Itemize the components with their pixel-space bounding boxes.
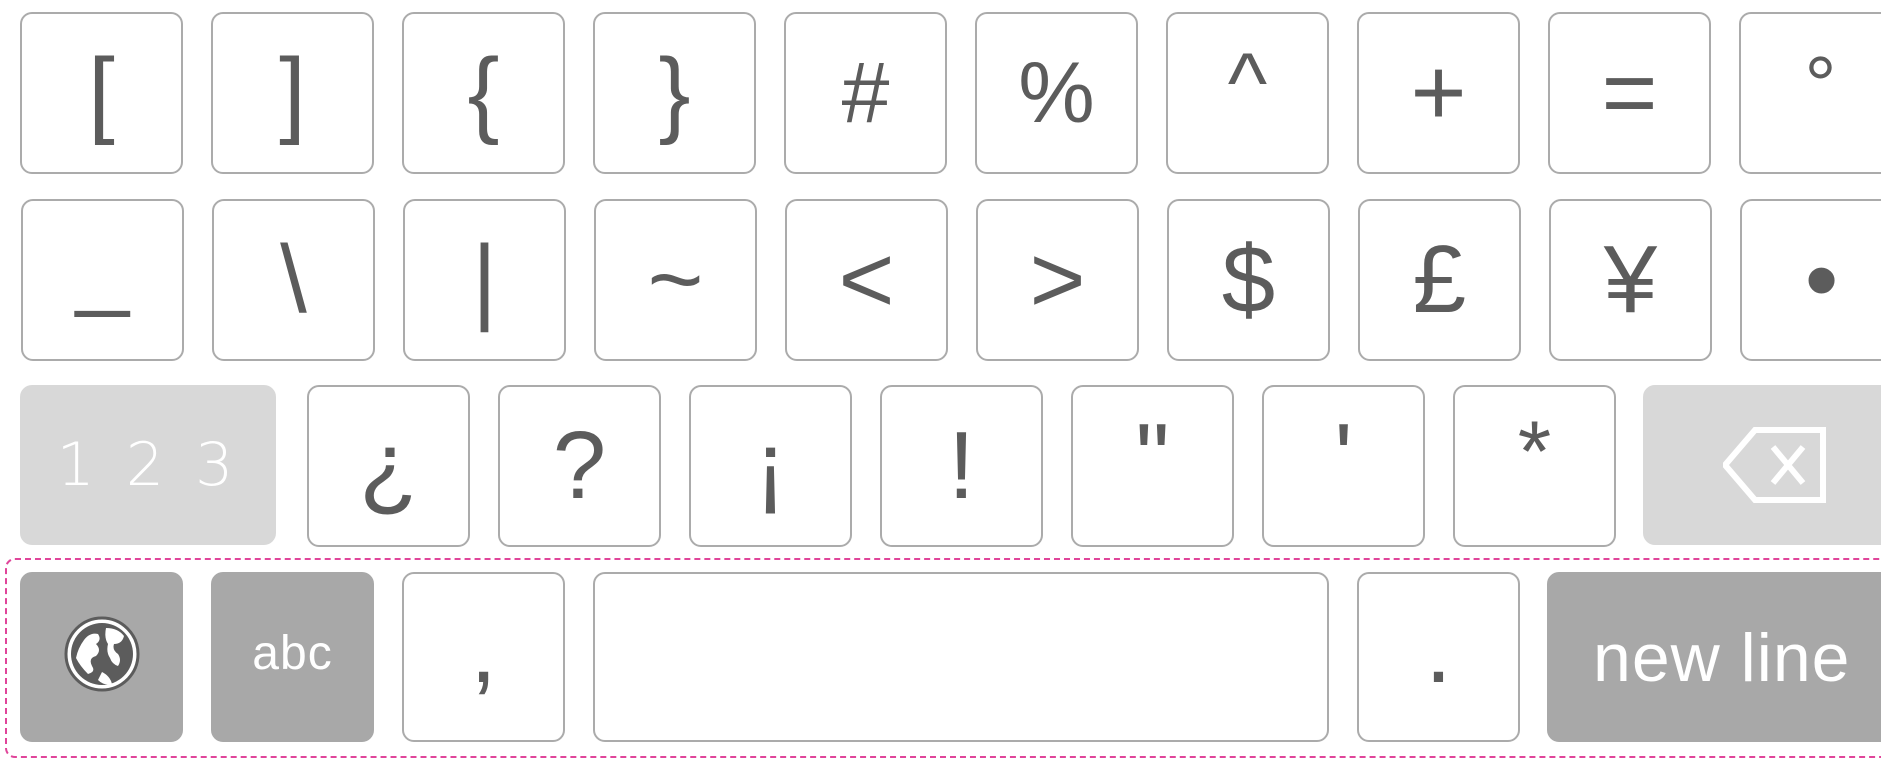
key-label: = — [1601, 39, 1658, 146]
backspace-icon — [1723, 427, 1826, 503]
key-single-quote[interactable]: ' — [1262, 385, 1425, 547]
key-open-bracket[interactable]: [ — [20, 12, 183, 174]
space-key[interactable] — [593, 572, 1329, 742]
key-label: ? — [552, 412, 607, 519]
key-inverted-question[interactable]: ¿ — [307, 385, 470, 547]
key-hash[interactable]: # — [784, 12, 947, 174]
key-label: | — [472, 226, 497, 333]
key-dollar[interactable]: $ — [1167, 199, 1330, 361]
key-label: { — [467, 39, 500, 146]
key-label: ¡ — [754, 412, 787, 519]
key-label: ¿ — [359, 412, 418, 519]
key-label: , — [470, 596, 497, 703]
key-greater-than[interactable]: > — [976, 199, 1139, 361]
key-less-than[interactable]: < — [785, 199, 948, 361]
key-backslash[interactable]: \ — [212, 199, 375, 361]
key-comma[interactable]: , — [402, 572, 565, 742]
key-label: _ — [75, 212, 130, 319]
key-label: < — [838, 226, 895, 333]
key-label: ^ — [1227, 36, 1268, 130]
new-line-key-label: new line — [1593, 620, 1851, 696]
key-underscore[interactable]: _ — [21, 199, 184, 361]
key-label: ' — [1334, 404, 1353, 511]
key-label: # — [841, 45, 890, 141]
key-pipe[interactable]: | — [403, 199, 566, 361]
key-close-bracket[interactable]: ] — [211, 12, 374, 174]
key-inverted-exclamation[interactable]: ¡ — [689, 385, 852, 547]
backspace-key[interactable] — [1643, 385, 1881, 545]
key-label: . — [1425, 596, 1452, 703]
key-percent[interactable]: % — [975, 12, 1138, 174]
key-label: [ — [88, 39, 115, 146]
key-label: ] — [279, 39, 306, 146]
key-label: • — [1804, 226, 1839, 333]
key-close-brace[interactable]: } — [593, 12, 756, 174]
key-label: ! — [948, 412, 975, 519]
key-plus[interactable]: + — [1357, 12, 1520, 174]
key-label: ° — [1804, 40, 1837, 129]
globe-key[interactable] — [20, 572, 183, 742]
abc-key-label: abc — [252, 627, 333, 680]
key-asterisk[interactable]: * — [1453, 385, 1616, 547]
key-equals[interactable]: = — [1548, 12, 1711, 174]
key-period[interactable]: . — [1357, 572, 1520, 742]
key-label: } — [658, 39, 691, 146]
key-label: £ — [1412, 226, 1467, 333]
key-label: ¥ — [1603, 226, 1658, 333]
globe-icon — [64, 616, 139, 692]
key-label: + — [1410, 39, 1467, 146]
key-question[interactable]: ? — [498, 385, 661, 547]
key-double-quote[interactable]: " — [1071, 385, 1234, 547]
key-label: $ — [1221, 226, 1276, 333]
key-label: \ — [280, 226, 307, 333]
key-tilde[interactable]: ~ — [594, 199, 757, 361]
new-line-key[interactable]: new line — [1547, 572, 1881, 742]
key-pound[interactable]: £ — [1358, 199, 1521, 361]
numbers-key[interactable]: 1 2 3 — [20, 385, 276, 545]
abc-key[interactable]: abc — [211, 572, 374, 742]
key-label: * — [1517, 404, 1552, 500]
key-bullet[interactable]: • — [1740, 199, 1881, 361]
key-open-brace[interactable]: { — [402, 12, 565, 174]
key-label: > — [1029, 226, 1086, 333]
key-label: % — [1018, 45, 1095, 141]
key-yen[interactable]: ¥ — [1549, 199, 1712, 361]
key-caret[interactable]: ^ — [1166, 12, 1329, 174]
key-label: ~ — [647, 226, 704, 333]
key-exclamation[interactable]: ! — [880, 385, 1043, 547]
key-label: " — [1135, 404, 1170, 511]
numbers-key-label: 1 2 3 — [56, 430, 240, 500]
key-degree[interactable]: ° — [1739, 12, 1881, 174]
